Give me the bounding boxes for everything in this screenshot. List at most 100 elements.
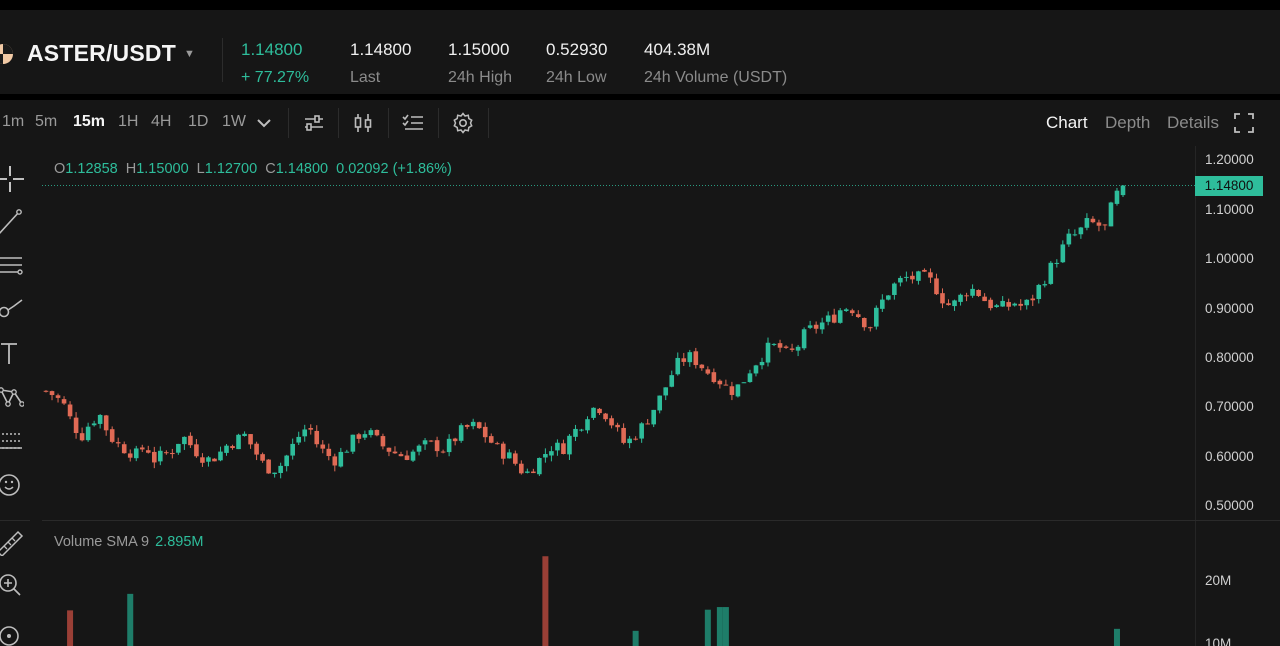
candle-body	[121, 444, 127, 454]
candle-body	[422, 440, 428, 445]
candle-body	[543, 454, 548, 458]
candle-body	[621, 427, 626, 443]
candle-body	[308, 428, 314, 430]
volume-tick: 10M	[1205, 636, 1232, 646]
candle-body	[302, 429, 308, 437]
candle-body	[1078, 227, 1084, 235]
candle-body	[176, 443, 181, 453]
candle-body	[513, 453, 518, 464]
candle-body	[1066, 233, 1072, 245]
candle-body	[320, 444, 326, 449]
candle-body	[693, 351, 699, 366]
top-edge	[0, 0, 1280, 10]
candle-body	[940, 293, 945, 304]
candle-body	[1012, 303, 1017, 306]
candle-body	[711, 372, 717, 383]
candle-body	[434, 440, 440, 452]
candle-body	[615, 424, 620, 428]
candle-body	[657, 395, 663, 411]
candle-body	[386, 447, 392, 452]
candlestick-chart[interactable]	[0, 100, 1195, 646]
candle-body	[103, 415, 109, 431]
candle-body	[368, 430, 374, 436]
candle-body	[109, 429, 115, 442]
candle-body	[970, 288, 975, 296]
candle-body	[717, 380, 723, 385]
candle-body	[133, 448, 139, 459]
candle-body	[735, 384, 741, 397]
aster-logo-icon	[0, 43, 13, 64]
price-tick: 1.20000	[1205, 152, 1254, 167]
candle-body	[43, 390, 49, 392]
candle-body	[362, 434, 368, 438]
stat-volume-label: 24h Volume (USDT)	[644, 69, 788, 86]
volume-bar	[722, 607, 729, 646]
stat-24h-low: 0.52930 24h Low	[546, 40, 607, 88]
candle-body	[982, 296, 987, 302]
stat-low-label: 24h Low	[546, 69, 607, 86]
price-tick: 0.70000	[1205, 399, 1254, 414]
candle-body	[567, 435, 572, 455]
candle-body	[212, 458, 217, 462]
candle-body	[892, 283, 897, 295]
candle-body	[651, 409, 656, 425]
candle-body	[874, 307, 879, 327]
candle-body	[356, 434, 362, 439]
stat-last-value: 1.14800	[350, 40, 412, 59]
candle-body	[807, 325, 813, 328]
candle-body	[681, 358, 687, 362]
candle-body	[73, 417, 79, 434]
candle-body	[506, 452, 512, 459]
candle-body	[49, 391, 55, 396]
candle-body	[200, 457, 205, 463]
candle-body	[67, 404, 73, 417]
stat-last: 1.14800 Last	[350, 40, 411, 88]
candle-body	[988, 299, 993, 309]
price-change: + 77.27%	[241, 69, 310, 86]
candle-body	[597, 408, 602, 414]
candle-body	[127, 453, 133, 458]
candle-body	[182, 436, 187, 445]
candle-body	[904, 276, 909, 278]
candle-body	[218, 451, 223, 461]
candle-body	[1042, 284, 1048, 286]
ticker-header: ASTER/USDT ▼ 1.14800 + 77.27% 1.14800 La…	[0, 10, 1280, 94]
candle-body	[519, 463, 524, 474]
candle-body	[97, 414, 103, 424]
candle-body	[344, 451, 350, 453]
pair-selector[interactable]: ASTER/USDT ▼	[0, 40, 195, 67]
candle-body	[723, 384, 729, 386]
candle-body	[1036, 284, 1042, 300]
candle-body	[1072, 234, 1078, 236]
volume-bar	[67, 610, 74, 646]
candle-body	[284, 455, 289, 467]
candle-body	[380, 436, 386, 447]
candle-body	[1114, 190, 1120, 204]
candle-body	[446, 438, 452, 453]
candle-body	[633, 438, 638, 440]
candle-body	[849, 310, 855, 314]
candle-body	[290, 443, 295, 456]
candle-body	[115, 442, 121, 444]
candle-body	[843, 309, 849, 312]
candle-body	[85, 426, 91, 441]
candle-body	[699, 364, 705, 369]
stat-24h-high: 1.15000 24h High	[448, 40, 512, 88]
candle-body	[488, 436, 494, 443]
chart-panel: 1m 5m 15m 1H 4H 1D 1W Chart Depth Detail…	[0, 100, 1280, 646]
candle-body	[880, 299, 885, 309]
fullscreen-icon[interactable]	[1232, 111, 1256, 135]
candle-body	[753, 365, 759, 374]
candle-body	[500, 443, 506, 459]
stat-volume-value: 404.38M	[644, 40, 711, 59]
price-tick: 1.00000	[1205, 251, 1254, 266]
candle-body	[145, 450, 151, 453]
candle-body	[206, 457, 211, 462]
candle-body	[609, 418, 614, 426]
candle-body	[392, 451, 398, 454]
candle-body	[1024, 299, 1030, 306]
candle-body	[482, 426, 488, 438]
volume-bar	[1113, 628, 1120, 646]
stat-low-value: 0.52930	[546, 40, 608, 59]
candle-body	[272, 472, 277, 475]
